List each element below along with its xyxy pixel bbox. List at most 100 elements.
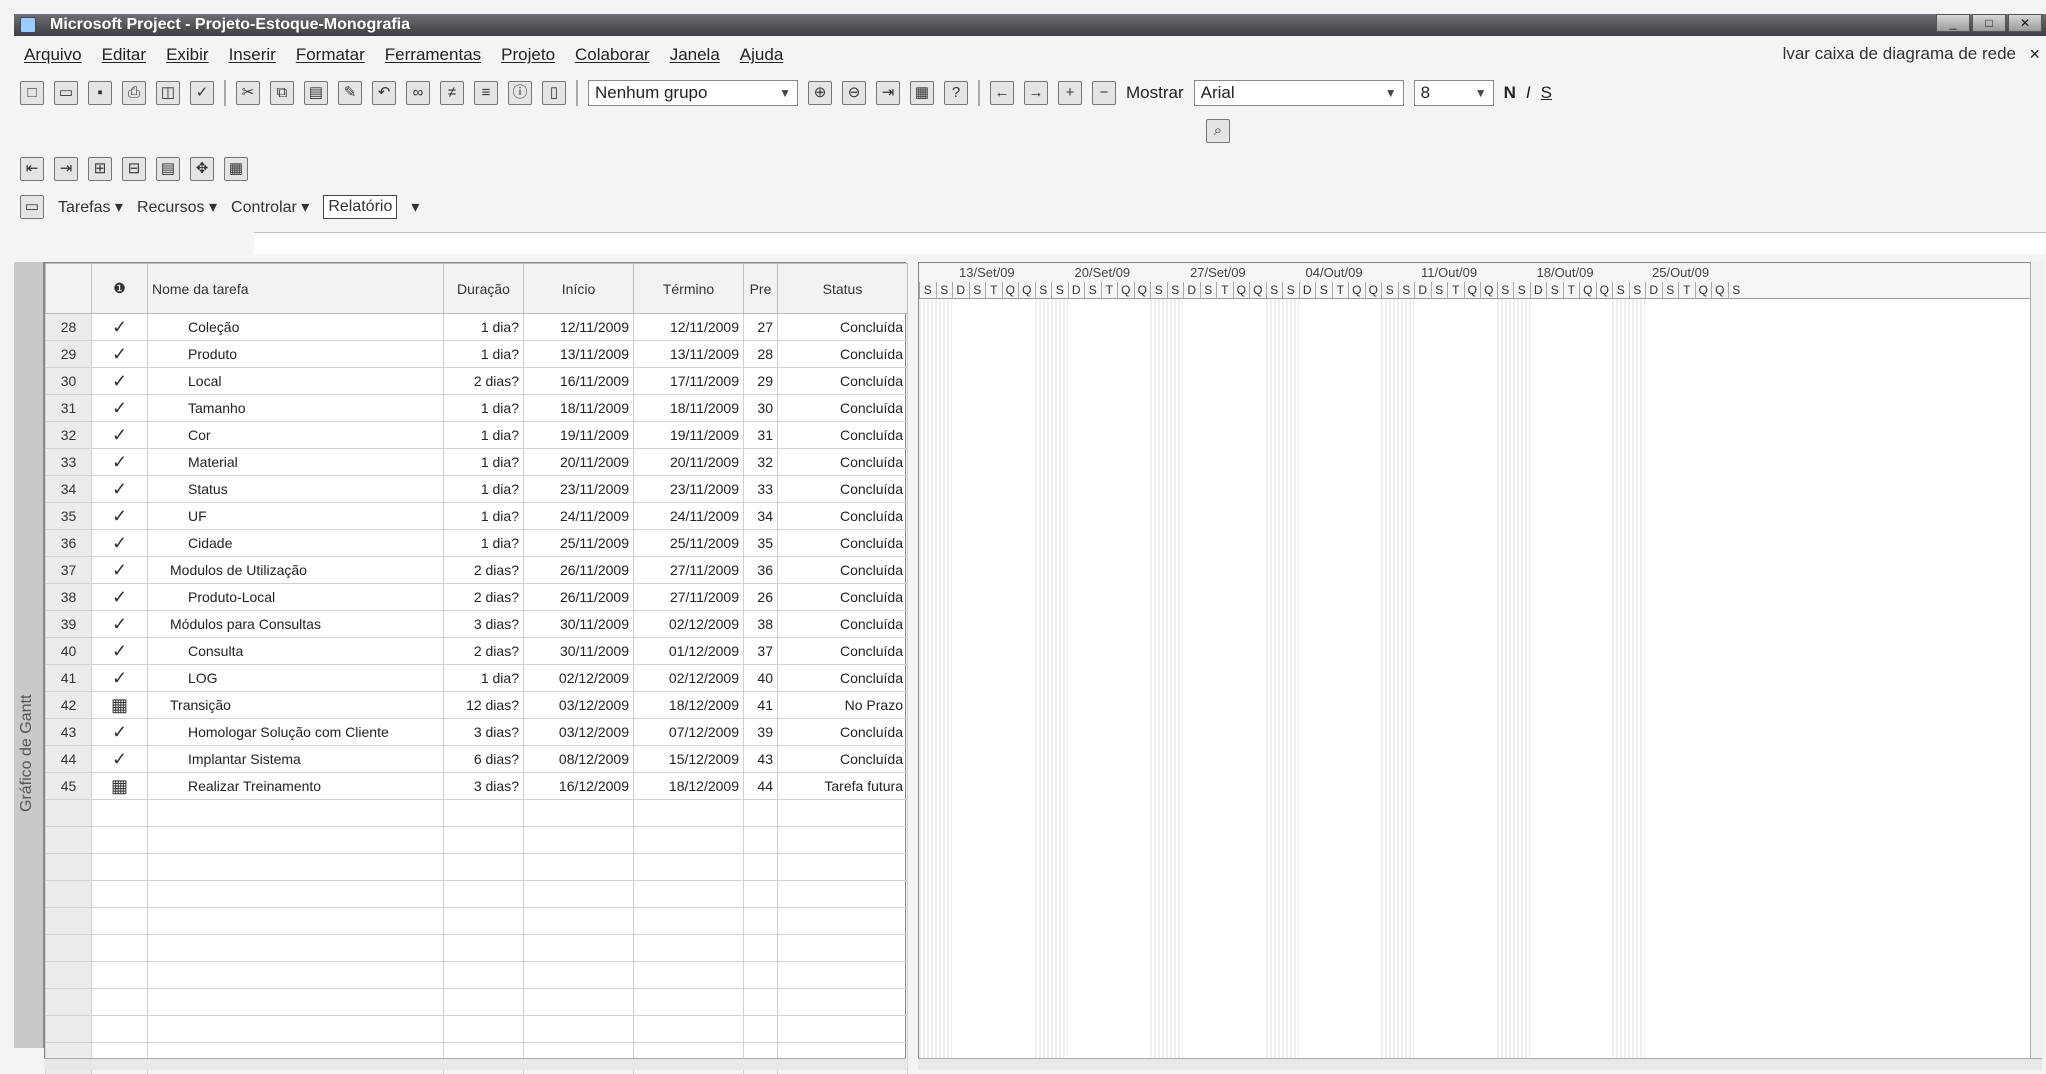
task-id-cell[interactable] [45,799,92,827]
task-duration-cell[interactable]: 2 dias? [443,367,524,395]
task-start-cell[interactable] [523,853,634,881]
italic-button[interactable]: I [1526,83,1531,103]
task-id-cell[interactable]: 35 [45,502,92,530]
task-name-cell[interactable]: Tamanho [147,394,444,422]
task-duration-cell[interactable]: 1 dia? [443,475,524,503]
task-id-cell[interactable]: 36 [45,529,92,557]
task-start-cell[interactable] [523,961,634,989]
task-name-cell[interactable]: UF [147,502,444,530]
menu-janela[interactable]: Janela [670,45,720,65]
indicator-cell[interactable]: ✓ [91,394,148,422]
table-row[interactable] [45,1069,908,1074]
task-end-cell[interactable] [633,988,744,1016]
indicator-cell[interactable]: ✓ [91,664,148,692]
copy-icon[interactable]: ⧉ [270,81,294,105]
table-row[interactable]: 33 ✓ Material 1 dia? 20/11/2009 20/11/2009 32 C… [45,448,908,476]
table-row[interactable]: 29 ✓ Produto 1 dia? 13/11/2009 13/11/2009 28 Co… [45,340,908,368]
font-size-dropdown[interactable]: 8 ▼ [1413,80,1494,106]
task-end-cell[interactable]: 18/12/2009 [633,691,744,719]
indicator-cell[interactable]: ✓ [91,313,148,341]
task-start-cell[interactable]: 16/11/2009 [523,367,634,395]
task-duration-cell[interactable] [443,934,524,962]
link-tasks-icon[interactable]: ∞ [406,81,430,105]
task-start-cell[interactable] [523,1015,634,1043]
task-duration-cell[interactable]: 2 dias? [443,583,524,611]
task-end-cell[interactable]: 27/11/2009 [633,556,744,584]
notes-icon[interactable]: ▯ [542,81,566,105]
arrow-right-icon[interactable]: → [1024,81,1048,105]
task-id-cell[interactable]: 33 [45,448,92,476]
table-row[interactable]: 31 ✓ Tamanho 1 dia? 18/11/2009 18/11/2009 30 Co… [45,394,908,422]
task-end-cell[interactable]: 24/11/2009 [633,502,744,530]
paste-icon[interactable]: ▤ [304,81,328,105]
task-duration-cell[interactable] [443,1069,524,1074]
task-pred-cell[interactable]: 40 [743,664,778,692]
task-name-cell[interactable] [147,1015,444,1043]
scroll-to-task-icon[interactable]: ⇥ [876,81,900,105]
task-pred-cell[interactable]: 30 [743,394,778,422]
task-id-cell[interactable]: 29 [45,340,92,368]
task-end-cell[interactable]: 25/11/2009 [633,529,744,557]
menu-editar[interactable]: Editar [102,45,146,65]
underline-button[interactable]: S [1541,83,1552,103]
task-status-cell[interactable] [777,907,908,935]
task-end-cell[interactable]: 18/11/2009 [633,394,744,422]
menu-colaborar[interactable]: Colaborar [575,45,650,65]
task-status-cell[interactable] [777,1015,908,1043]
show-subtasks-icon[interactable]: ⊞ [88,157,112,181]
table-row[interactable]: 37 ✓ Modulos de Utilização 2 dias? 26/11/200… [45,556,908,584]
task-duration-cell[interactable]: 3 dias? [443,772,524,800]
task-pred-cell[interactable]: 38 [743,610,778,638]
task-start-cell[interactable]: 18/11/2009 [523,394,634,422]
col-header-name[interactable]: Nome da tarefa [147,263,444,314]
table-row[interactable]: 28 ✓ Coleção 1 dia? 12/11/2009 12/11/2009 27 Co… [45,313,908,341]
task-name-cell[interactable]: Coleção [147,313,444,341]
task-status-cell[interactable] [777,988,908,1016]
task-end-cell[interactable] [633,853,744,881]
indicator-cell[interactable] [91,853,148,881]
indicator-cell[interactable]: ▦ [91,691,148,719]
task-duration-cell[interactable] [443,907,524,935]
outdent-icon[interactable]: ⇤ [20,157,44,181]
indicator-cell[interactable] [91,907,148,935]
table-row[interactable] [45,1015,908,1043]
zoom-in-icon[interactable]: ⊕ [808,81,832,105]
task-name-cell[interactable]: Realizar Treinamento [147,772,444,800]
task-status-cell[interactable] [777,799,908,827]
indicator-cell[interactable] [91,988,148,1016]
zoom-out-icon[interactable]: ⊖ [842,81,866,105]
table-row[interactable] [45,799,908,827]
task-start-cell[interactable]: 30/11/2009 [523,637,634,665]
menu-formatar[interactable]: Formatar [296,45,365,65]
indicator-cell[interactable]: ✓ [91,502,148,530]
task-end-cell[interactable]: 02/12/2009 [633,664,744,692]
task-id-cell[interactable]: 40 [45,637,92,665]
table-row[interactable]: 39 ✓ Módulos para Consultas 3 dias? 30/11/20… [45,610,908,638]
task-duration-cell[interactable] [443,853,524,881]
task-pred-cell[interactable]: 43 [743,745,778,773]
table-row[interactable] [45,988,908,1016]
task-duration-cell[interactable] [443,826,524,854]
task-start-cell[interactable]: 13/11/2009 [523,340,634,368]
task-status-cell[interactable] [777,1069,908,1074]
task-status-cell[interactable]: Concluída [777,448,908,476]
move-icon[interactable]: ✥ [190,157,214,181]
task-id-cell[interactable] [45,880,92,908]
task-duration-cell[interactable]: 2 dias? [443,556,524,584]
task-id-cell[interactable]: 39 [45,610,92,638]
task-start-cell[interactable]: 26/11/2009 [523,556,634,584]
task-start-cell[interactable]: 20/11/2009 [523,448,634,476]
task-status-cell[interactable]: Concluída [777,421,908,449]
task-pred-cell[interactable]: 31 [743,421,778,449]
arrow-left-icon[interactable]: ← [990,81,1014,105]
task-duration-cell[interactable]: 1 dia? [443,448,524,476]
task-pred-cell[interactable] [743,853,778,881]
plus-icon[interactable]: + [1058,81,1082,105]
task-id-cell[interactable] [45,1015,92,1043]
table-row[interactable]: 43 ✓ Homologar Solução com Cliente 3 dias? 0… [45,718,908,746]
split-task-icon[interactable]: ≡ [474,81,498,105]
task-start-cell[interactable]: 30/11/2009 [523,610,634,638]
task-status-cell[interactable]: Concluída [777,664,908,692]
task-end-cell[interactable]: 18/12/2009 [633,772,744,800]
indicator-cell[interactable]: ✓ [91,718,148,746]
